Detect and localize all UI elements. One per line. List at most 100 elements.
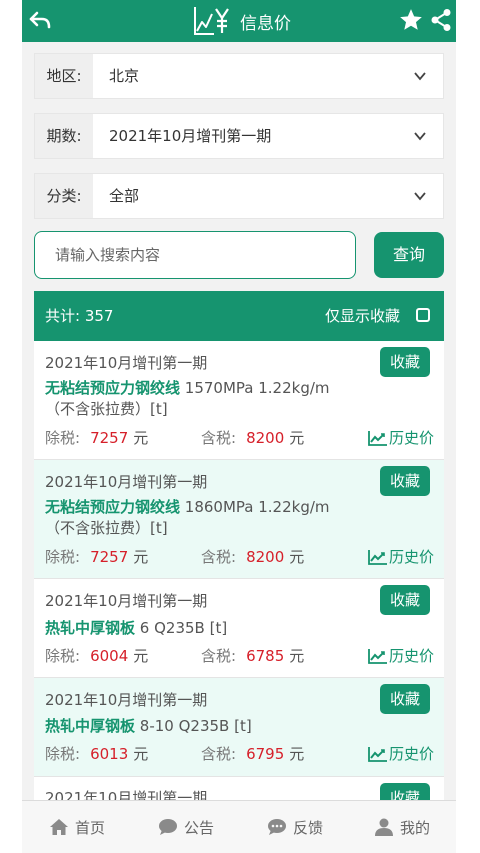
favorite-button[interactable]: 收藏	[380, 684, 430, 714]
filter-region[interactable]: 地区: 北京	[34, 53, 444, 99]
back-arrow-icon[interactable]	[28, 8, 52, 32]
price-inc-tax: 含税: 6795 元	[201, 743, 304, 764]
price-unit: 元	[289, 647, 305, 665]
price-inc-tax-value: 6795	[246, 745, 285, 763]
item-spec-extra: （不含张拉费）[t]	[45, 519, 168, 537]
chevron-down-icon	[414, 72, 426, 81]
price-ex-tax: 除税: 7257 元	[45, 427, 148, 448]
price-ex-tax-label: 除税:	[45, 429, 81, 447]
user-icon	[375, 818, 393, 836]
chat-bubble-icon	[159, 819, 177, 835]
price-unit: 元	[133, 429, 149, 447]
history-price-label: 历史价	[388, 429, 434, 447]
favorite-button[interactable]: 收藏	[380, 585, 430, 615]
nav-home-label: 首页	[75, 818, 106, 837]
nav-home[interactable]: 首页	[49, 801, 105, 853]
price-unit: 元	[289, 548, 305, 566]
item-name[interactable]: 无粘结预应力钢绞线	[45, 498, 180, 516]
history-price-label: 历史价	[388, 647, 434, 665]
item-description: 无粘结预应力钢绞线 1570MPa 1.22kg/m （不含张拉费）[t]	[45, 378, 345, 420]
nav-notice[interactable]: 公告	[158, 801, 214, 853]
filter-issue-label: 期数:	[35, 114, 93, 158]
filter-region-value: 北京	[109, 67, 140, 85]
item-description: 热轧中厚钢板 8-10 Q235B [t]	[45, 716, 345, 737]
price-inc-tax-label: 含税:	[201, 647, 237, 665]
list-item: 2021年10月增刊第一期 收藏 无粘结预应力钢绞线 1860MPa 1.22k…	[34, 460, 444, 579]
history-price-label: 历史价	[388, 548, 434, 566]
history-price-link[interactable]: 历史价	[368, 645, 434, 666]
item-name[interactable]: 热轧中厚钢板	[45, 717, 135, 735]
filter-category[interactable]: 分类: 全部	[34, 173, 444, 219]
price-inc-tax-value: 8200	[246, 548, 285, 566]
price-inc-tax-label: 含税:	[201, 429, 237, 447]
nav-mine[interactable]: 我的	[374, 801, 430, 853]
price-unit: 元	[289, 745, 305, 763]
trend-chart-icon	[368, 746, 387, 762]
price-inc-tax-value: 6785	[246, 647, 285, 665]
price-ex-tax: 除税: 7257 元	[45, 546, 148, 567]
price-ex-tax-value: 6013	[90, 745, 129, 763]
nav-feedback-label: 反馈	[293, 818, 324, 837]
price-inc-tax: 含税: 8200 元	[201, 546, 304, 567]
trend-chart-icon	[368, 648, 387, 664]
price-inc-tax-value: 8200	[246, 429, 285, 447]
top-bar: 信息价	[22, 0, 456, 42]
item-issue: 2021年10月增刊第一期	[45, 354, 208, 372]
query-button[interactable]: 查询	[374, 232, 444, 278]
nav-feedback[interactable]: 反馈	[267, 801, 323, 853]
item-issue: 2021年10月增刊第一期	[45, 473, 208, 491]
favorite-button[interactable]: 收藏	[380, 783, 430, 800]
price-ex-tax-label: 除税:	[45, 745, 81, 763]
item-spec: 8-10 Q235B [t]	[139, 717, 252, 735]
price-unit: 元	[133, 548, 149, 566]
item-description: 热轧中厚钢板 6 Q235B [t]	[45, 618, 345, 639]
search-input[interactable]	[53, 232, 347, 278]
only-favorites-checkbox[interactable]	[416, 308, 430, 322]
price-ex-tax: 除税: 6013 元	[45, 743, 148, 764]
filter-category-label: 分类:	[35, 174, 93, 218]
item-name[interactable]: 热轧中厚钢板	[45, 619, 135, 637]
filter-category-value: 全部	[109, 187, 140, 205]
item-issue: 2021年10月增刊第一期	[45, 789, 208, 800]
price-ex-tax-value: 7257	[90, 429, 129, 447]
filter-issue-value: 2021年10月增刊第一期	[109, 127, 272, 145]
history-price-label: 历史价	[388, 745, 434, 763]
share-icon[interactable]	[430, 8, 452, 32]
chart-yen-icon	[194, 7, 229, 35]
trend-chart-icon	[368, 549, 387, 565]
feedback-bubble-icon	[268, 819, 286, 835]
price-inc-tax-label: 含税:	[201, 548, 237, 566]
price-inc-tax: 含税: 6785 元	[201, 645, 304, 666]
list-item: 2021年10月增刊第一期 收藏 热轧中厚钢板 6 Q235B [t] 除税: 6…	[34, 579, 444, 678]
history-price-link[interactable]: 历史价	[368, 546, 434, 567]
price-unit: 元	[289, 429, 305, 447]
result-count: 共计: 357	[45, 307, 114, 325]
price-ex-tax-value: 6004	[90, 647, 129, 665]
list-item: 2021年10月增刊第一期 收藏	[34, 777, 444, 800]
item-spec: 1860MPa 1.22kg/m	[184, 498, 330, 516]
item-issue: 2021年10月增刊第一期	[45, 691, 208, 709]
list-item: 2021年10月增刊第一期 收藏 热轧中厚钢板 8-10 Q235B [t] 除…	[34, 678, 444, 777]
trend-chart-icon	[368, 430, 387, 446]
nav-notice-label: 公告	[184, 818, 215, 837]
item-name[interactable]: 无粘结预应力钢绞线	[45, 379, 180, 397]
app-frame: 信息价 地区: 北京 期数: 2021年10月增刊第一期 分类: 全部 查询 共…	[22, 0, 456, 800]
favorite-button[interactable]: 收藏	[380, 347, 430, 377]
favorite-button[interactable]: 收藏	[380, 466, 430, 496]
price-ex-tax: 除税: 6004 元	[45, 645, 148, 666]
history-price-link[interactable]: 历史价	[368, 427, 434, 448]
history-price-link[interactable]: 历史价	[368, 743, 434, 764]
search-box	[34, 231, 356, 279]
price-inc-tax: 含税: 8200 元	[201, 427, 304, 448]
filter-issue[interactable]: 期数: 2021年10月增刊第一期	[34, 113, 444, 159]
item-description: 无粘结预应力钢绞线 1860MPa 1.22kg/m （不含张拉费）[t]	[45, 497, 345, 539]
nav-mine-label: 我的	[400, 818, 431, 837]
price-unit: 元	[133, 745, 149, 763]
title-group: 信息价	[192, 4, 291, 38]
star-icon[interactable]	[398, 7, 424, 33]
price-ex-tax-value: 7257	[90, 548, 129, 566]
only-favorites-label: 仅显示收藏	[324, 307, 400, 325]
item-spec-extra: （不含张拉费）[t]	[45, 400, 168, 418]
item-spec: 1570MPa 1.22kg/m	[184, 379, 330, 397]
summary-bar: 共计: 357 仅显示收藏	[34, 291, 444, 341]
